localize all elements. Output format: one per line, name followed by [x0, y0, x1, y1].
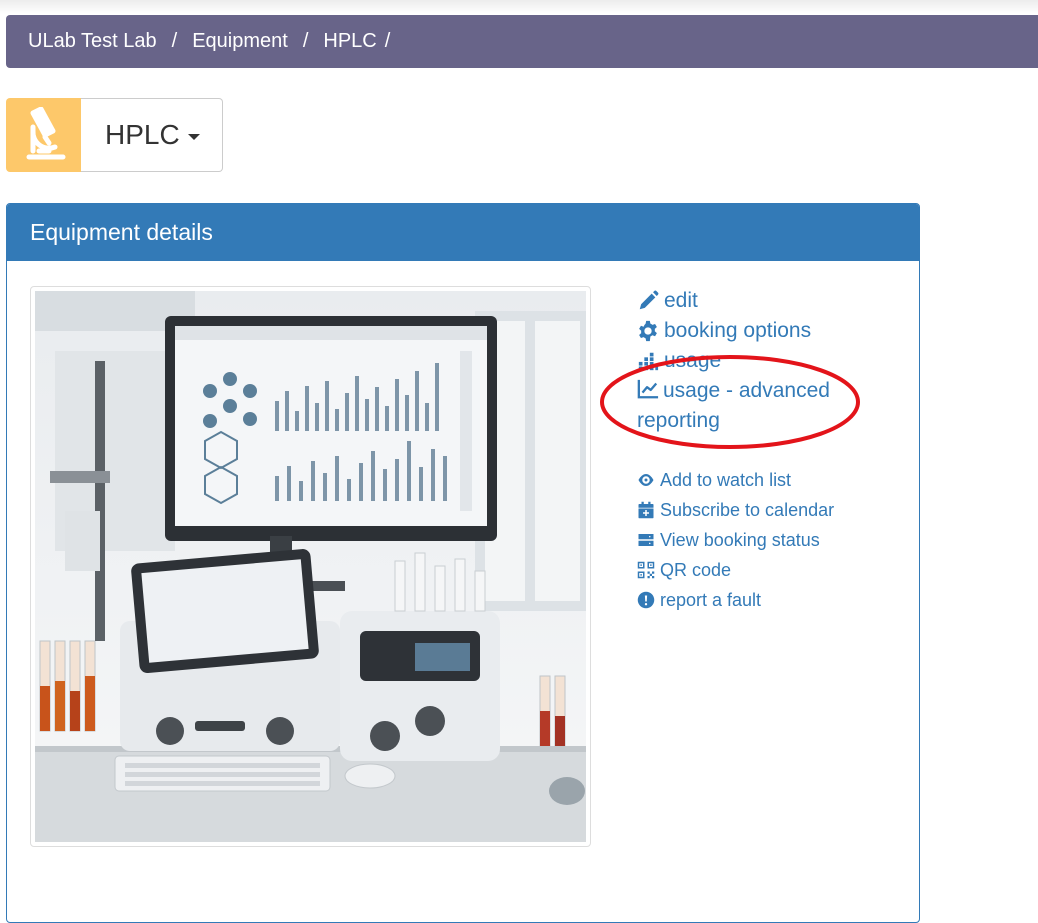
- equipment-details-panel: Equipment details edit booking options u…: [6, 203, 920, 923]
- pencil-icon: [639, 290, 659, 310]
- breadcrumb-equipment[interactable]: Equipment: [192, 30, 288, 53]
- subscribe-calendar-link[interactable]: Subscribe to calendar: [637, 495, 917, 525]
- booking-options-link[interactable]: booking options: [637, 316, 917, 346]
- equipment-dropdown[interactable]: HPLC: [81, 98, 223, 172]
- usage-advanced-label: usage - advanced reporting: [637, 379, 830, 432]
- breadcrumb-separator: /: [384, 30, 391, 52]
- breadcrumb-lab[interactable]: ULab Test Lab: [28, 30, 157, 53]
- edit-label: edit: [664, 289, 698, 312]
- equipment-photo: [30, 286, 591, 847]
- equipment-selector: HPLC: [6, 98, 223, 172]
- booking-options-label: booking options: [664, 319, 812, 342]
- bar-chart-icon: [638, 352, 659, 371]
- qr-code-link[interactable]: QR code: [637, 555, 917, 585]
- qrcode-icon: [637, 561, 655, 579]
- line-chart-icon: [637, 379, 659, 399]
- breadcrumb-hplc[interactable]: HPLC: [323, 30, 376, 53]
- equipment-icon-box: [6, 98, 81, 172]
- equipment-name: HPLC: [105, 119, 180, 150]
- hplc-instrument-photo: [35, 291, 586, 842]
- add-to-watch-list-link[interactable]: Add to watch list: [637, 465, 917, 495]
- view-booking-status-link[interactable]: View booking status: [637, 525, 917, 555]
- calendar-plus-icon: [638, 501, 654, 519]
- subscribe-label: Subscribe to calendar: [660, 500, 835, 520]
- status-label: View booking status: [660, 530, 820, 550]
- usage-link[interactable]: usage: [637, 346, 917, 376]
- gear-icon: [639, 320, 657, 342]
- breadcrumb: ULab Test Lab / Equipment / HPLC /: [6, 15, 1038, 68]
- edit-link[interactable]: edit: [637, 286, 917, 316]
- eye-icon: [638, 474, 654, 486]
- panel-title: Equipment details: [30, 219, 213, 245]
- usage-label: usage: [664, 349, 722, 372]
- watch-label: Add to watch list: [660, 470, 792, 490]
- exclamation-circle-icon: [637, 591, 655, 609]
- breadcrumb-separator: /: [171, 30, 178, 52]
- usage-advanced-reporting-link[interactable]: usage - advanced reporting: [637, 376, 917, 436]
- fault-label: report a fault: [660, 590, 762, 610]
- report-fault-link[interactable]: report a fault: [637, 585, 917, 615]
- breadcrumb-separator: /: [302, 30, 309, 52]
- server-icon: [638, 534, 654, 546]
- top-shadow: [0, 0, 1038, 14]
- panel-heading: Equipment details: [7, 204, 919, 261]
- caret-down-icon: [187, 134, 200, 140]
- actions-list: edit booking options usage usage - advan…: [637, 286, 917, 615]
- qr-label: QR code: [660, 560, 732, 580]
- secondary-actions: Add to watch list Subscribe to calendar …: [637, 465, 917, 615]
- microscope-icon: [26, 107, 65, 160]
